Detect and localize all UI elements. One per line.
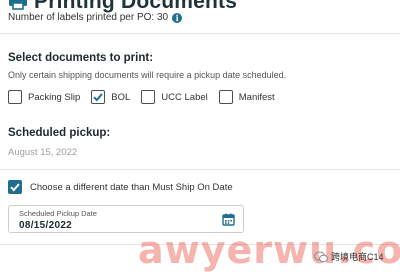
select-documents-heading: Select documents to print: — [8, 52, 154, 64]
select-documents-help: Only certain shipping documents will req… — [8, 70, 287, 80]
wechat-text: 跨境电商C14 — [331, 252, 384, 262]
packing-slip-label: Packing Slip — [28, 91, 81, 103]
option-packing-slip[interactable]: Packing Slip — [8, 90, 80, 104]
scheduled-pickup-date: August 15, 2022 — [8, 147, 78, 158]
bol-label: BOL — [111, 91, 131, 103]
date-field-value[interactable]: 08/15/2022 — [19, 220, 72, 231]
printer-icon — [9, 0, 27, 10]
ucc-label-label: UCC Label — [161, 91, 208, 103]
manifest-label: Manifest — [238, 91, 275, 103]
packing-slip-checkbox[interactable] — [8, 90, 22, 104]
bol-checkbox[interactable] — [91, 90, 106, 104]
option-manifest[interactable]: Manifest — [218, 90, 275, 104]
labels-per-po: Number of labels printed per PO: 30 i — [8, 12, 183, 23]
different-date-checkbox[interactable] — [8, 180, 22, 194]
scheduled-pickup-heading: Scheduled pickup: — [8, 127, 111, 139]
option-ucc-label[interactable]: UCC Label — [141, 90, 208, 104]
wechat-icon — [314, 251, 328, 262]
header: Printing Documents Number of labels prin… — [0, 0, 400, 34]
option-bol[interactable]: BOL — [91, 90, 130, 104]
different-date-label: Choose a different date than Must Ship O… — [30, 181, 233, 193]
divider — [0, 169, 400, 170]
document-options: Packing Slip BOL UCC Label Manifest — [8, 90, 286, 104]
ucc-label-checkbox[interactable] — [141, 90, 156, 104]
calendar-icon[interactable] — [222, 213, 235, 226]
labels-per-po-text: Number of labels printed per PO: 30 — [8, 12, 169, 23]
manifest-checkbox[interactable] — [218, 90, 233, 104]
printing-documents-panel: Printing Documents Number of labels prin… — [0, 0, 400, 279]
checkmark-icon — [93, 93, 104, 102]
info-icon[interactable]: i — [172, 12, 183, 23]
wechat-watermark: 跨境电商C14 — [314, 250, 384, 263]
different-date-option[interactable]: Choose a different date than Must Ship O… — [8, 180, 233, 194]
checkmark-icon — [10, 183, 20, 192]
date-field-label: Scheduled Pickup Date — [19, 209, 97, 218]
